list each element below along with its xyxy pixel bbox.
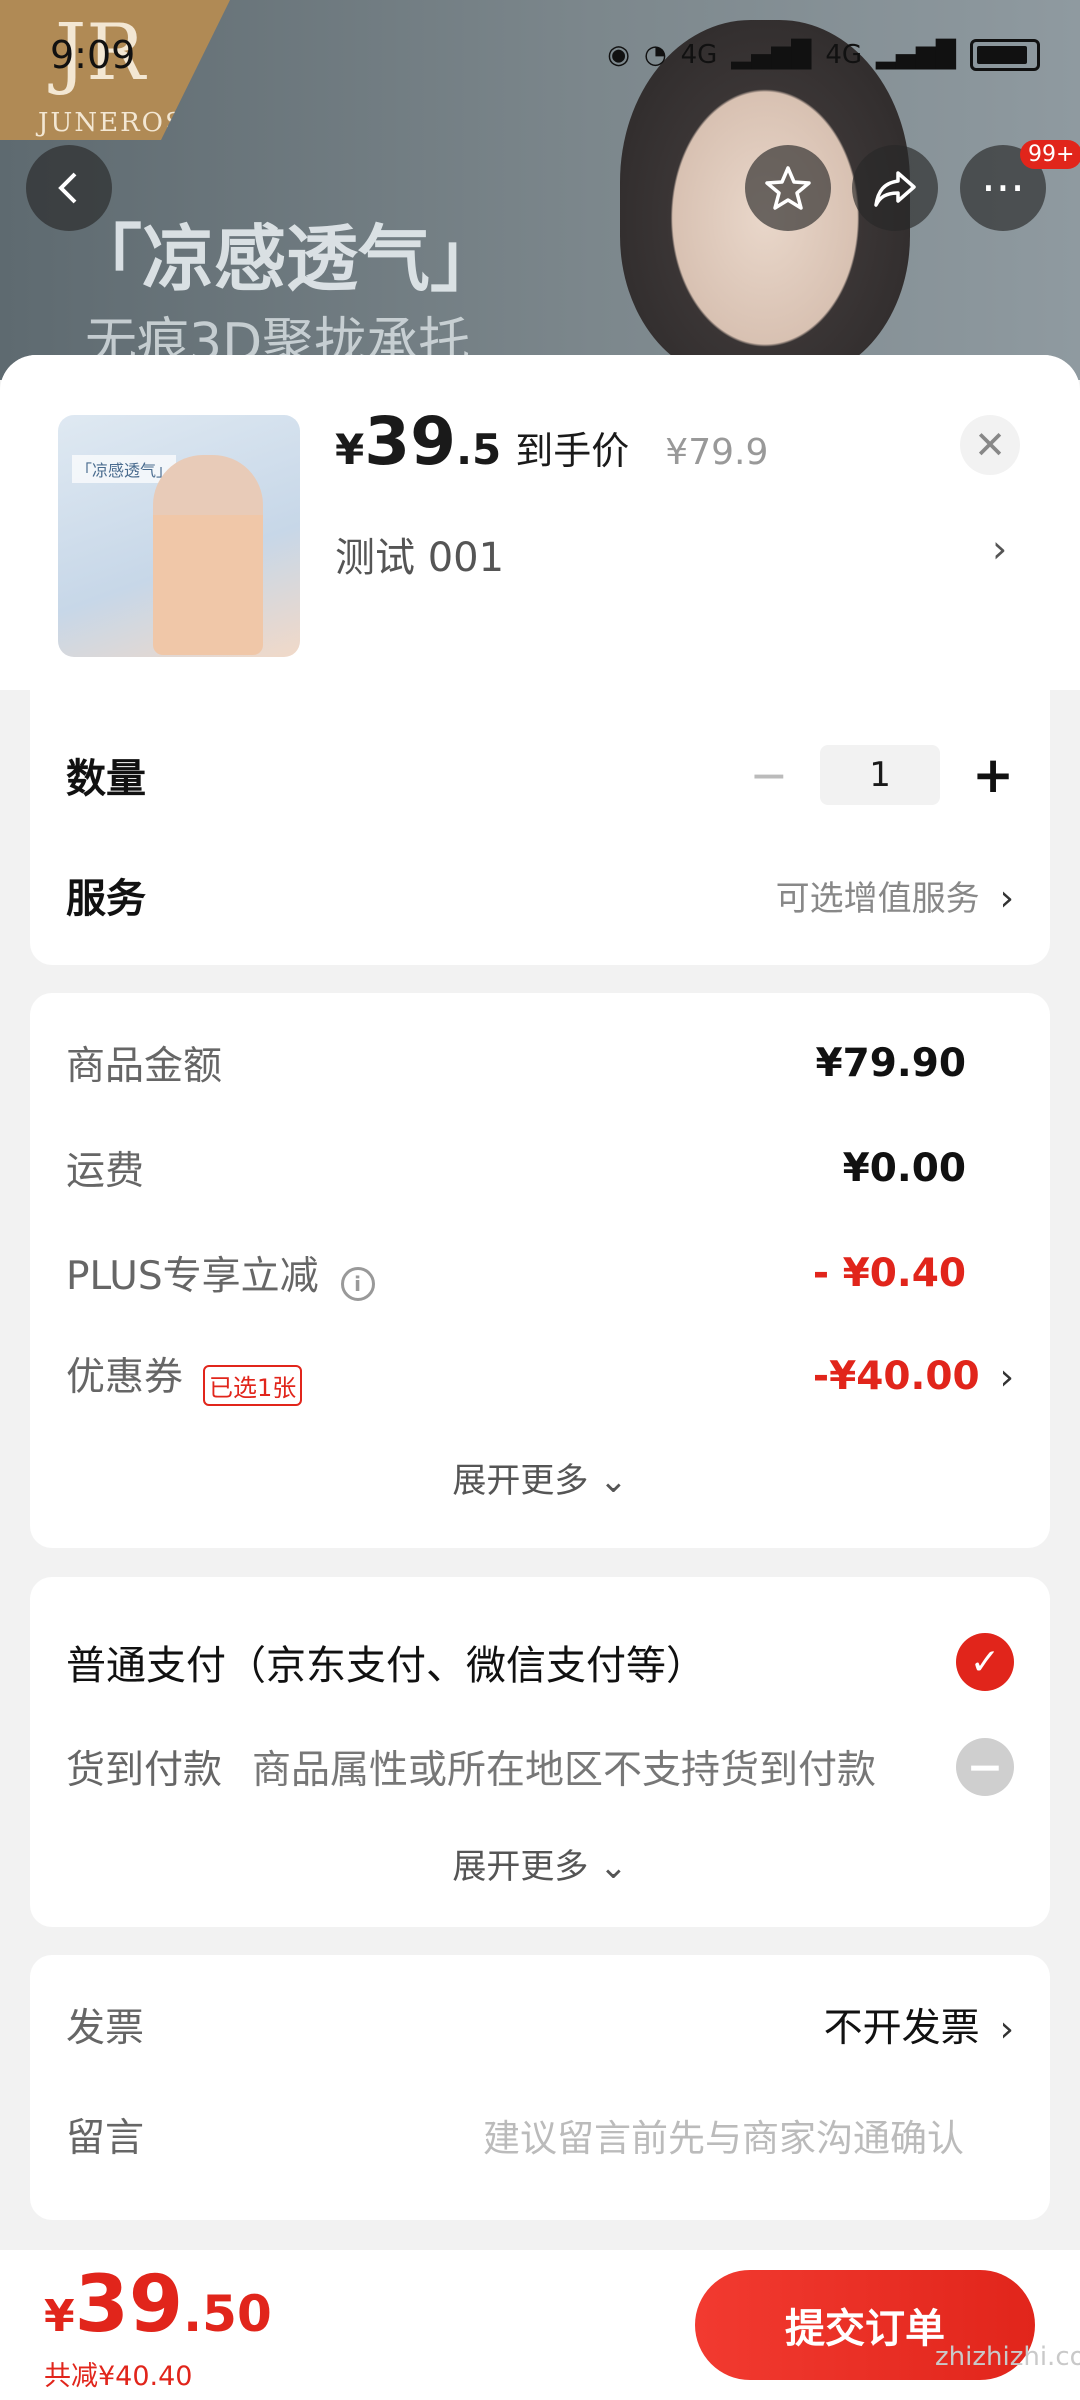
goods-amount-row: 商品金额 ¥79.90 [66,1023,1014,1103]
banner-headline: 「凉感透气」 [70,217,503,301]
order-sheet: 「凉感透气」 ¥ 39 .5 到手价 ¥79.9 ✕ 测试 001 › 数量 −… [0,355,1080,2400]
price-breakdown-card: 商品金额 ¥79.90 运费 ¥0.00 PLUS专享立减 i - ¥0.40 优… [30,993,1050,1548]
chevron-right-icon: › [999,2009,1014,2050]
brand-name: JUNEROSE [38,108,206,138]
total-saved: 共减¥40.40 [44,2361,193,2392]
watermark: zhizhizhi.com [935,2342,1080,2372]
price-integer: 39 [364,403,457,480]
back-button[interactable] [26,145,112,231]
goods-amount-value: ¥79.90 [815,1040,967,1086]
invoice-label: 发票 [66,2006,145,2051]
price-decimal: .5 [456,425,502,474]
shipping-row: 运费 ¥0.00 [66,1128,1014,1208]
status-bar: 9:09 ◉ ◔ 4G ▂▄▆█ 4G ▂▄▆█ [50,30,1040,80]
total-decimal: .50 [183,2285,272,2343]
status-time: 9:09 [50,33,136,77]
product-summary: 「凉感透气」 ¥ 39 .5 到手价 ¥79.9 ✕ 测试 001 › [0,355,1080,690]
total-integer: 39 [74,2260,184,2350]
invoice-row[interactable]: 发票 不开发票 › [66,1985,1014,2065]
original-price: ¥79.9 [665,432,769,473]
payment-cod-row: 货到付款 商品属性或所在地区不支持货到付款 − [66,1727,1014,1807]
goods-amount-label: 商品金额 [66,1044,223,1089]
shipping-label: 运费 [66,1149,145,1194]
share-button[interactable] [852,145,938,231]
chevron-right-icon[interactable]: › [992,527,1007,571]
coupon-count-badge: 已选1张 [203,1365,303,1406]
coupon-value: -¥40.00 [812,1353,980,1399]
checkout-bar: ¥ 39 .50 共减¥40.40 提交订单 zhizhizhi.com [0,2250,1080,2400]
note-row: 留言 建议留言前先与商家沟通确认 [66,2095,1014,2175]
info-icon[interactable]: i [340,1267,375,1302]
network-label-2: 4G [825,40,863,70]
chevron-down-icon: ⌄ [588,1461,628,1501]
expand-more-label: 展开更多 [452,1461,589,1501]
total-price: ¥ 39 .50 [44,2260,272,2350]
signal-icon-2: ▂▄▆█ [876,40,956,70]
quantity-label: 数量 [66,756,146,802]
total-symbol: ¥ [44,2291,75,2342]
variant-selector[interactable]: 测试 001 [335,525,504,583]
close-button[interactable]: ✕ [960,415,1020,475]
decrement-button[interactable]: − [750,748,789,802]
coupon-row[interactable]: 优惠券 已选1张 -¥40.00 › [66,1336,1014,1416]
favorite-button[interactable] [745,145,831,231]
chevron-right-icon: › [999,877,1014,919]
battery-icon [970,39,1040,71]
shipping-value: ¥0.00 [842,1145,966,1191]
expand-more-payment[interactable]: 展开更多 ⌄ [30,1839,1050,1888]
more-dots-icon: ··· [981,161,1025,215]
price-symbol: ¥ [335,425,365,474]
chevron-down-icon: ⌄ [588,1847,628,1887]
quantity-card: 数量 − 1 + 服务 可选增值服务 › [30,690,1050,965]
extras-card: 发票 不开发票 › 留言 建议留言前先与商家沟通确认 [30,1955,1050,2220]
eye-icon: ◉ [607,40,630,70]
plus-discount-value: - ¥0.40 [812,1250,966,1296]
disabled-icon: − [956,1738,1014,1796]
thumbnail-figure [153,455,263,655]
quantity-row: 数量 − 1 + [66,740,1014,810]
payment-normal-row[interactable]: 普通支付（京东支付、微信支付等） ✓ [66,1622,1014,1702]
service-label: 服务 [66,876,146,922]
payment-cod-label: 货到付款 [66,1748,223,1793]
chevron-left-icon [58,172,77,204]
star-icon [765,166,811,210]
close-icon: ✕ [974,423,1006,467]
quantity-input[interactable]: 1 [820,745,941,805]
status-icons: ◉ ◔ 4G ▂▄▆█ 4G ▂▄▆█ [607,39,1040,71]
alarm-icon: ◔ [643,40,667,70]
note-input[interactable]: 建议留言前先与商家沟通确认 [483,2108,964,2162]
more-badge: 99+ [1020,140,1080,169]
expand-more-label: 展开更多 [452,1847,589,1887]
price-label: 到手价 [515,429,630,473]
quantity-stepper: − 1 + [750,745,1014,805]
chevron-right-icon: › [999,1356,1014,1398]
checkmark-icon[interactable]: ✓ [956,1633,1014,1691]
expand-more-price[interactable]: 展开更多 ⌄ [30,1453,1050,1502]
payment-normal-label: 普通支付（京东支付、微信支付等） [66,1643,706,1689]
note-label: 留言 [66,2116,145,2161]
invoice-value: 不开发票 [823,2006,980,2051]
payment-card: 普通支付（京东支付、微信支付等） ✓ 货到付款 商品属性或所在地区不支持货到付款… [30,1577,1050,1927]
payment-cod-desc: 商品属性或所在地区不支持货到付款 [252,1748,877,1793]
product-thumbnail[interactable]: 「凉感透气」 [58,415,300,657]
signal-icon: ▂▄▆█ [731,40,812,70]
service-value: 可选增值服务 [775,878,980,919]
network-label-1: 4G [680,40,718,70]
increment-button[interactable]: + [972,746,1014,804]
share-icon [874,171,916,207]
product-price: ¥ 39 .5 到手价 ¥79.9 [335,403,768,480]
coupon-label: 优惠券 [66,1355,184,1400]
service-row[interactable]: 服务 可选增值服务 › [66,860,1014,930]
plus-discount-row: PLUS专享立减 i - ¥0.40 [66,1233,1014,1313]
plus-discount-label: PLUS专享立减 [66,1253,319,1299]
